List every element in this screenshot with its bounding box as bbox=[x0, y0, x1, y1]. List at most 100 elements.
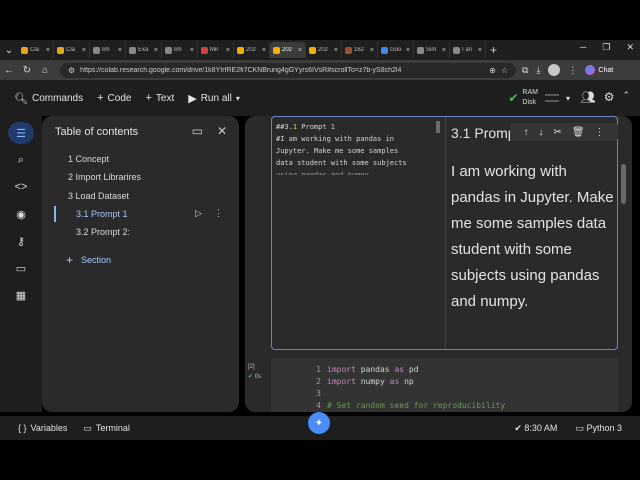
browser-tab[interactable]: Sim × bbox=[414, 42, 450, 58]
share-people-icon[interactable]: 👥︎ bbox=[580, 90, 595, 104]
tab-close-icon[interactable]: × bbox=[82, 47, 86, 54]
add-code-button[interactable]: + Code bbox=[97, 92, 131, 104]
new-tab-button[interactable]: + bbox=[490, 43, 497, 57]
run-all-button[interactable]: ▶ Run all ▾ bbox=[188, 92, 240, 105]
browser-tab[interactable]: lim × bbox=[90, 42, 126, 58]
folder-icon[interactable]: ▭ bbox=[8, 257, 34, 279]
notebook-scrollbar[interactable] bbox=[621, 164, 626, 204]
browser-tab[interactable]: 202 × bbox=[234, 42, 270, 58]
settings-gear-icon[interactable]: ⚙ bbox=[604, 90, 615, 104]
editor-scrollbar[interactable] bbox=[436, 121, 440, 133]
minimize-icon[interactable]: ─ bbox=[580, 42, 586, 53]
key-icon[interactable]: ⚷ bbox=[8, 230, 34, 252]
run-all-label: Run all bbox=[200, 92, 232, 104]
reload-icon[interactable]: ↻ bbox=[18, 65, 36, 76]
tab-close-icon[interactable]: × bbox=[118, 47, 122, 54]
browser-tab[interactable]: Cla × bbox=[54, 42, 90, 58]
toc-item-prompt-1[interactable]: 3.1 Prompt 1 bbox=[76, 209, 128, 219]
browser-tab[interactable]: Cla × bbox=[18, 42, 54, 58]
restore-icon[interactable]: ❐ bbox=[602, 42, 610, 53]
code-snippets-icon[interactable]: <> bbox=[8, 176, 34, 198]
run-section-icon[interactable]: ▷ bbox=[195, 208, 202, 219]
browser-tab[interactable]: I an × bbox=[450, 42, 486, 58]
tab-favicon-icon bbox=[417, 46, 424, 54]
link-off-icon[interactable]: ✂ bbox=[553, 127, 561, 138]
variables-icon: { } bbox=[18, 423, 27, 433]
tab-favicon-icon bbox=[453, 46, 460, 54]
more-options-icon[interactable]: ⋮ bbox=[595, 127, 605, 138]
markdown-editor[interactable]: ##3.1 Prompt 1 #I am working with pandas… bbox=[276, 121, 439, 175]
tab-title: Mir bbox=[210, 47, 219, 53]
home-icon[interactable]: ⌂ bbox=[36, 65, 54, 76]
tab-close-icon[interactable]: × bbox=[442, 47, 446, 54]
tab-close-icon[interactable]: × bbox=[406, 47, 410, 54]
variables-button[interactable]: { } Variables bbox=[18, 423, 67, 433]
runtime-status[interactable]: ✔ 8:30 AM bbox=[514, 423, 557, 434]
tab-close-icon[interactable]: × bbox=[46, 47, 50, 54]
tab-close-icon[interactable]: × bbox=[262, 47, 266, 54]
tab-close-icon[interactable]: × bbox=[478, 47, 482, 54]
browser-tab[interactable]: Goo × bbox=[378, 42, 414, 58]
plus-icon: + bbox=[66, 253, 74, 267]
markdown-heading-line: ##3.1 Prompt 1 bbox=[276, 123, 336, 131]
tab-title: 202 bbox=[246, 47, 257, 53]
runtime-icon: ▭ bbox=[575, 422, 584, 433]
profile-avatar[interactable] bbox=[548, 64, 561, 76]
code-cell[interactable]: 1 import pandas as pd 2 import numpy as np… bbox=[271, 358, 618, 412]
table-icon[interactable]: ▦ bbox=[8, 284, 34, 306]
resources-indicator[interactable]: ✔ RAM Disk ▾ bbox=[508, 88, 570, 108]
add-section-button[interactable]: + Section bbox=[66, 253, 111, 267]
runtime-type[interactable]: ▭ Python 3 bbox=[575, 423, 622, 434]
tab-list-chevron-icon[interactable]: ⌄ bbox=[0, 45, 18, 56]
tab-close-icon[interactable]: × bbox=[370, 47, 374, 54]
menu-dots-icon[interactable]: ⋮ bbox=[568, 65, 577, 76]
delete-icon[interactable]: 🗑︎ bbox=[572, 127, 585, 138]
browser-tab[interactable]: Mir × bbox=[198, 42, 234, 58]
tab-close-icon[interactable]: × bbox=[226, 47, 230, 54]
back-icon[interactable]: ← bbox=[0, 65, 18, 76]
collapse-header-icon[interactable]: ⌃ bbox=[622, 90, 630, 104]
move-down-icon[interactable]: ↓ bbox=[538, 127, 543, 138]
tab-close-icon[interactable]: × bbox=[154, 47, 158, 54]
browser-tab[interactable]: Exa × bbox=[126, 42, 162, 58]
tab-close-icon[interactable]: × bbox=[190, 47, 194, 54]
open-tab-icon[interactable]: ▭ bbox=[192, 124, 203, 138]
tab-favicon-icon bbox=[165, 46, 172, 54]
tab-favicon-icon bbox=[237, 46, 244, 54]
add-text-button[interactable]: + Text bbox=[145, 92, 174, 104]
browser-tab[interactable]: 202 × bbox=[306, 42, 342, 58]
toc-item-load-dataset[interactable]: 3 Load Dataset bbox=[68, 191, 129, 201]
terminal-button[interactable]: ▭ Terminal bbox=[83, 423, 130, 434]
commands-button[interactable]: 🔍︎ Commands bbox=[14, 92, 83, 105]
browser-tab[interactable]: lim × bbox=[162, 42, 198, 58]
downloads-icon[interactable]: ⤓ bbox=[536, 65, 540, 76]
browser-tab[interactable]: 202 × bbox=[270, 42, 306, 58]
tab-close-icon[interactable]: × bbox=[334, 47, 338, 54]
code-editor[interactable]: 1 import pandas as pd 2 import numpy as np… bbox=[311, 364, 505, 412]
more-options-icon[interactable]: ⋮ bbox=[214, 208, 223, 219]
toc-item-concept[interactable]: 1 Concept bbox=[68, 154, 109, 164]
find-replace-icon[interactable]: ⌕ bbox=[8, 149, 34, 171]
plus-icon: + bbox=[97, 92, 104, 104]
tab-close-icon[interactable]: × bbox=[298, 47, 302, 54]
window-close-icon[interactable]: ✕ bbox=[626, 42, 634, 53]
ram-label: RAM bbox=[522, 89, 538, 96]
zoom-icon[interactable]: ⊕ bbox=[489, 66, 496, 75]
url-field[interactable]: ⚙ https://colab.research.google.com/driv… bbox=[60, 62, 516, 78]
bookmark-star-icon[interactable]: ☆ bbox=[501, 66, 508, 75]
chevron-down-icon: ▾ bbox=[565, 93, 570, 103]
chat-button[interactable]: Chat bbox=[585, 65, 613, 75]
tab-title: Goo bbox=[390, 47, 402, 53]
text-cell[interactable]: ##3.1 Prompt 1 #I am working with pandas… bbox=[271, 116, 618, 350]
toc-item-import[interactable]: 2 Import Librarires bbox=[68, 172, 141, 182]
gemini-fab-button[interactable]: ✦ bbox=[308, 412, 330, 434]
url-text: https://colab.research.google.com/drive/… bbox=[80, 66, 402, 74]
site-info-icon[interactable]: ⚙ bbox=[68, 66, 75, 75]
toc-list-icon[interactable]: ☰ bbox=[8, 122, 34, 144]
close-icon[interactable]: ✕ bbox=[217, 124, 227, 138]
move-up-icon[interactable]: ↑ bbox=[523, 127, 528, 138]
browser-tab[interactable]: 162 × bbox=[342, 42, 378, 58]
extensions-icon[interactable]: ⧉ bbox=[522, 65, 528, 76]
secrets-eye-icon[interactable]: ◉ bbox=[8, 203, 34, 225]
toc-item-prompt-2[interactable]: 3.2 Prompt 2: bbox=[76, 227, 130, 237]
